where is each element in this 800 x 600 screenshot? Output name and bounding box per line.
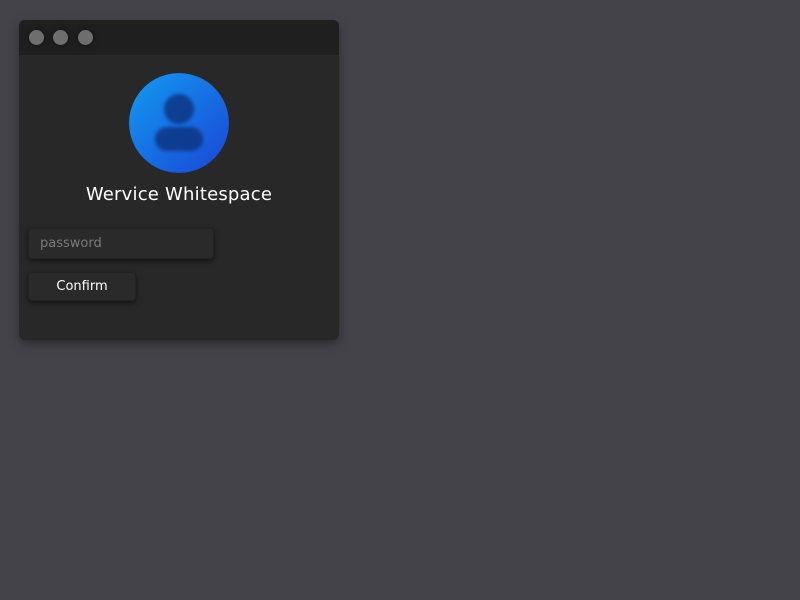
login-window: Wervice Whitespace Confirm [19, 20, 339, 340]
confirm-button[interactable]: Confirm [28, 272, 136, 301]
window-control-icon[interactable] [29, 30, 44, 45]
user-avatar-icon [129, 73, 229, 173]
password-input[interactable] [28, 228, 214, 259]
window-titlebar[interactable] [19, 20, 339, 55]
window-control-icon[interactable] [78, 30, 93, 45]
window-control-icon[interactable] [53, 30, 68, 45]
user-name: Wervice Whitespace [85, 184, 273, 205]
